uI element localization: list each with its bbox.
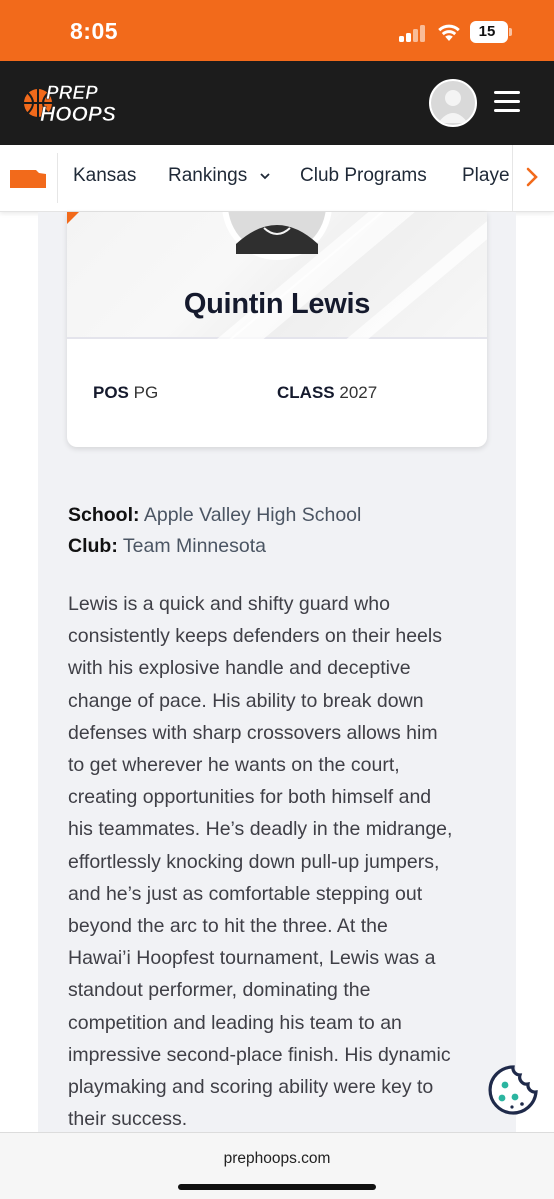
battery-cap (509, 28, 512, 36)
bio-line: beyond the arc to hit the three. At the (68, 915, 388, 938)
svg-text:HOOPS: HOOPS (40, 103, 116, 126)
status-time: 8:05 (70, 18, 119, 44)
class-stat: CLASS 2027 (277, 383, 377, 403)
position-stat: POS PG (93, 383, 158, 403)
bio-line: his teammates. He’s deadly in the midran… (68, 818, 453, 841)
home-indicator (178, 1184, 376, 1190)
nav-item-club-programs[interactable]: Club Programs (300, 165, 427, 187)
club-label: Club: (68, 535, 118, 557)
position-label: POS (93, 383, 129, 402)
school-label: School: (68, 504, 140, 526)
school-line: School: Apple Valley High School (68, 504, 361, 527)
bio-line: their success. (68, 1108, 188, 1131)
bio-line: Hawai’i Hoopfest tournament, Lewis was a (68, 947, 436, 970)
kansas-flag-icon[interactable] (10, 168, 46, 188)
player-card: Quintin Lewis POS PG CLASS 2027 (67, 212, 487, 447)
cookie-icon[interactable] (486, 1063, 540, 1117)
bio-line: Lewis is a quick and shifty guard who (68, 593, 390, 615)
bio-line: change of pace. His ability to break dow… (68, 689, 424, 712)
club-line: Club: Team Minnesota (68, 535, 266, 558)
user-avatar-icon[interactable] (429, 79, 477, 127)
nav-item-kansas[interactable]: Kansas (73, 165, 136, 187)
browser-address-bar[interactable]: prephoops.com (0, 1132, 554, 1199)
bio-line: to get wherever he wants on the court, (68, 754, 400, 777)
bio-line: playmaking and scoring ability were key … (68, 1076, 434, 1099)
player-photo-placeholder (222, 212, 332, 260)
chevron-right-icon (526, 167, 538, 187)
svg-text:PREP: PREP (46, 83, 98, 104)
card-accent-corner (67, 212, 79, 224)
bio-line: effortlessly knocking down pull-up jumpe… (68, 850, 440, 873)
hamburger-icon[interactable] (494, 91, 520, 113)
state-nav-bar: Kansas Rankings Club Programs Playe (0, 145, 554, 212)
class-label: CLASS (277, 383, 335, 402)
bio-line: standout performer, dominating the (68, 979, 371, 1002)
bio-line: creating opportunities for both himself … (68, 786, 432, 809)
bio-line: impressive second-place finish. His dyna… (68, 1043, 451, 1066)
bio-line: with his explosive handle and deceptive (68, 657, 411, 680)
player-bio: Lewis is a quick and shifty guard who co… (68, 588, 498, 1135)
nav-item-rankings[interactable]: Rankings (168, 165, 271, 187)
nav-scroll-right-button[interactable] (512, 145, 554, 211)
url-text: prephoops.com (223, 1150, 331, 1167)
nav-divider (57, 153, 58, 203)
prep-hoops-logo[interactable]: PREP HOOPS (18, 77, 130, 131)
chevron-down-icon (259, 173, 270, 180)
cellular-signal-icon (399, 24, 427, 42)
player-name: Quintin Lewis (183, 288, 371, 320)
school-value: Apple Valley High School (143, 504, 362, 526)
bio-line: and he’s just as comfortable stepping ou… (68, 882, 423, 905)
class-value: 2027 (339, 383, 378, 402)
battery-level: 15 (478, 23, 496, 40)
bio-line: consistently keeps defenders on their he… (68, 625, 442, 648)
wifi-icon (438, 24, 460, 41)
position-value: PG (133, 383, 159, 402)
battery-icon: 15 (470, 21, 508, 43)
bio-line: defenses with sharp crossovers allows hi… (68, 721, 438, 744)
club-value: Team Minnesota (122, 535, 266, 557)
nav-item-rankings-label: Rankings (168, 165, 248, 186)
bio-line: competition and leading his team to an (68, 1011, 402, 1034)
nav-item-players[interactable]: Playe (462, 165, 510, 187)
status-bar: 8:05 15 (0, 0, 554, 61)
